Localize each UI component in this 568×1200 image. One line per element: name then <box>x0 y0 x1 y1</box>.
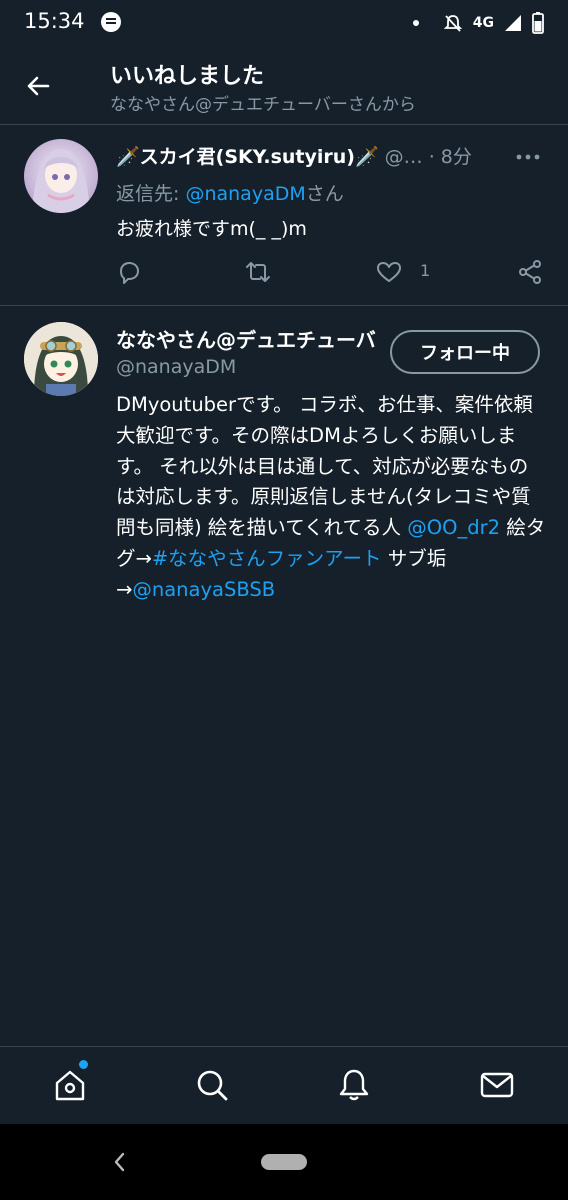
mute-icon <box>443 15 462 32</box>
avatar[interactable] <box>24 322 98 396</box>
like-count: 1 <box>420 261 431 280</box>
messages-envelope-icon[interactable] <box>479 1067 515 1103</box>
status-bar: 15:34 4G <box>0 0 568 50</box>
bio-sub-account-link[interactable]: @nanayaSBSB <box>132 578 275 601</box>
share-icon[interactable] <box>517 259 543 285</box>
page-title: いいねしました <box>110 64 265 89</box>
system-back-icon[interactable] <box>112 1151 126 1173</box>
battery-icon <box>532 12 544 34</box>
reply-to: 返信先: @nanayaDMさん <box>116 183 344 205</box>
back-arrow-icon[interactable] <box>24 72 52 100</box>
signal-icon <box>505 15 521 31</box>
reply-icon[interactable] <box>116 259 142 285</box>
profile-name[interactable]: ななやさん@デュエチューバー <box>116 324 376 353</box>
page-subtitle: ななやさん@デュエチューバーさんから <box>110 95 416 115</box>
status-time: 15:34 <box>24 9 85 33</box>
tweet-actions: 1 <box>116 259 546 287</box>
profile-handle: @nanayaDM <box>116 356 237 378</box>
following-button[interactable]: フォロー中 <box>390 330 540 374</box>
profile-bio: DMyoutuberです。 コラボ、お仕事、案件依頼大歓迎です。その際はDMよろ… <box>116 393 546 601</box>
home-icon[interactable] <box>52 1067 88 1103</box>
tweet-text: お疲れ様ですm(_ _)m <box>116 218 307 240</box>
system-nav-bar <box>0 1124 568 1200</box>
tweet-header: 🗡️スカイ君(SKY.sutyiru)🗡️ @… · 8分 <box>116 142 496 169</box>
network-type: 4G <box>472 15 494 31</box>
retweet-icon[interactable] <box>245 259 271 285</box>
author-name[interactable]: 🗡️スカイ君(SKY.sutyiru)🗡️ <box>116 146 379 168</box>
bottom-tab-bar <box>0 1046 568 1125</box>
bio-mention-link[interactable]: @OO_dr2 <box>407 516 500 539</box>
like-icon[interactable] <box>376 259 402 285</box>
reply-tweet[interactable]: 🗡️スカイ君(SKY.sutyiru)🗡️ @… · 8分 返信先: @nana… <box>0 125 568 306</box>
tweet-meta: @… · 8分 <box>378 146 472 168</box>
notification-dot <box>412 20 419 26</box>
user-profile-card[interactable]: ななやさん@デュエチューバー @nanayaDM フォロー中 DMyoutube… <box>0 306 568 1046</box>
more-options-icon[interactable] <box>516 153 540 161</box>
search-icon[interactable] <box>194 1067 230 1103</box>
reply-to-handle-link[interactable]: @nanayaDM <box>185 183 305 205</box>
notifications-bell-icon[interactable] <box>336 1067 372 1103</box>
new-content-dot <box>79 1060 88 1069</box>
system-home-pill[interactable] <box>261 1154 307 1170</box>
message-icon <box>101 12 121 32</box>
bio-hashtag-link[interactable]: #ななやさんファンアート <box>152 547 382 570</box>
avatar[interactable] <box>24 139 98 213</box>
page-header: いいねしました ななやさん@デュエチューバーさんから <box>0 50 568 125</box>
